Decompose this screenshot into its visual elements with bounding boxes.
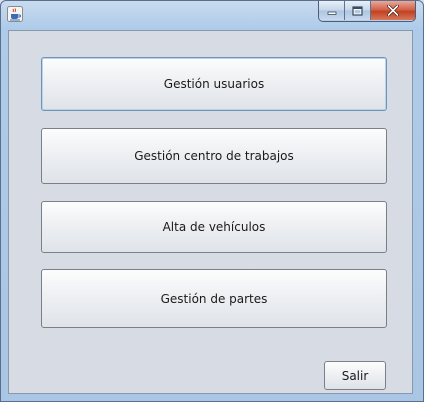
work-centers-management-button[interactable]: Gestión centro de trabajos [41,128,387,184]
title-bar[interactable] [1,1,423,27]
java-cup-icon[interactable] [7,6,23,22]
window-controls [318,1,416,22]
application-window: Gestión usuarios Gestión centro de traba… [0,0,424,402]
close-icon [387,5,399,16]
exit-button[interactable]: Salir [324,361,386,390]
close-button[interactable] [371,1,415,20]
reports-management-button[interactable]: Gestión de partes [41,269,387,328]
maximize-button[interactable] [345,1,371,20]
users-management-label: Gestión usuarios [163,77,265,91]
work-centers-management-label: Gestión centro de trabajos [134,149,294,163]
minimize-button[interactable] [319,1,345,20]
reports-management-label: Gestión de partes [160,291,268,306]
vehicle-registration-button[interactable]: Alta de vehículos [41,201,387,253]
maximize-icon [352,5,363,16]
exit-label: Salir [341,368,369,383]
users-management-button[interactable]: Gestión usuarios [41,57,387,111]
minimize-icon [327,11,336,15]
content-panel: Gestión usuarios Gestión centro de traba… [8,30,413,394]
vehicle-registration-label: Alta de vehículos [162,220,266,234]
